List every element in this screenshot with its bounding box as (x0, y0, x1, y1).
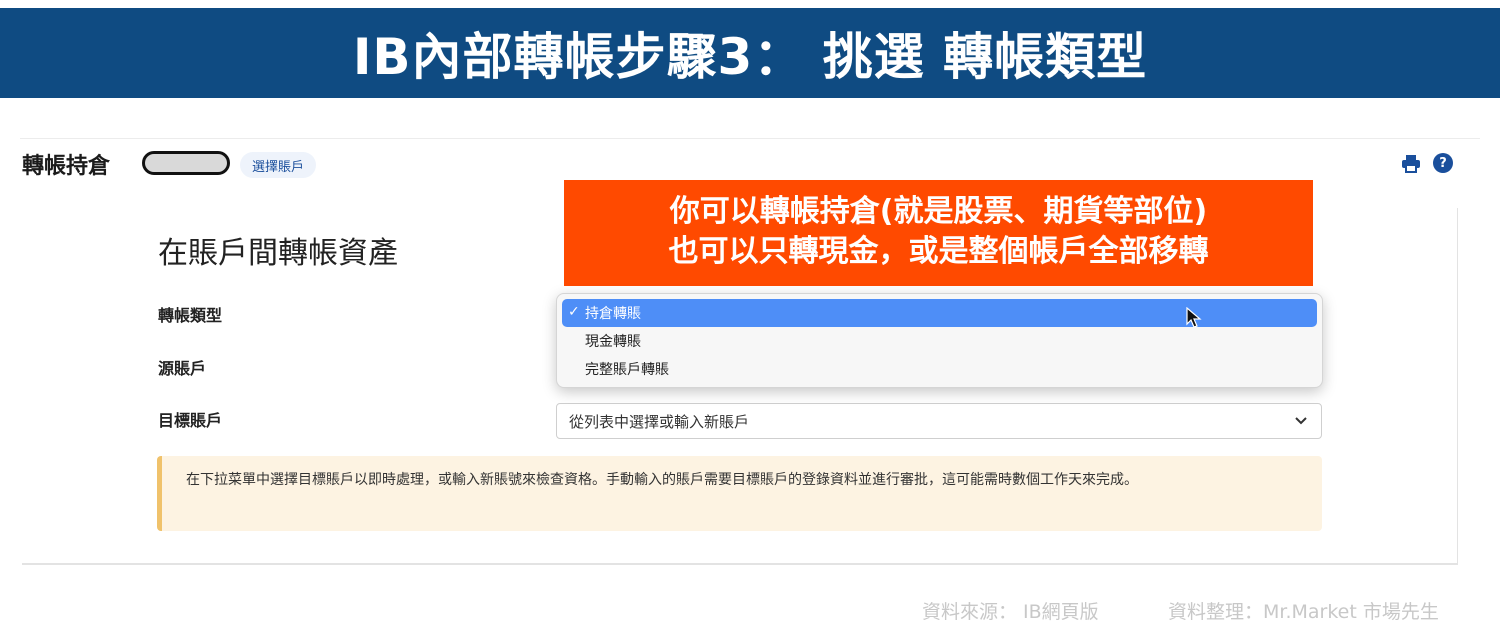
notice-text: 在下拉菜單中選擇目標賬戶以即時處理，或輸入新賬號來檢查資格。手動輸入的賬戶需要目… (186, 472, 1138, 488)
banner-title: IB內部轉帳步驟3： 挑選 轉帳類型 (352, 28, 1148, 86)
source-credit: 資料來源： IB網頁版 (922, 601, 1099, 623)
transfer-type-label: 轉帳類型 (158, 306, 223, 325)
help-icon[interactable]: ? (1433, 153, 1453, 173)
page-title: 轉帳持倉 (22, 154, 111, 179)
card-bottom-divider (22, 563, 1458, 564)
transfer-type-dropdown[interactable]: ✓ 持倉轉賬 現金轉賬 完整賬戶轉賬 (556, 293, 1323, 388)
header-divider (20, 138, 1480, 139)
mouse-cursor-icon (1186, 306, 1202, 329)
option-label: 現金轉賬 (585, 334, 641, 350)
info-notice: 在下拉菜單中選擇目標賬戶以即時處理，或輸入新賬號來檢查資格。手動輸入的賬戶需要目… (157, 456, 1322, 531)
callout-line-2: 也可以只轉現金，或是整個帳戶全部移轉 (668, 234, 1209, 269)
option-cash-transfer[interactable]: 現金轉賬 (562, 327, 1317, 355)
option-label: 完整賬戶轉賬 (585, 362, 669, 378)
option-full-account-transfer[interactable]: 完整賬戶轉賬 (562, 355, 1317, 383)
redacted-account-id (142, 151, 230, 175)
section-title: 在賬戶間轉帳資產 (158, 236, 398, 271)
compiler-credit: 資料整理：Mr.Market 市場先生 (1168, 601, 1439, 623)
option-label: 持倉轉賬 (585, 306, 641, 322)
chevron-down-icon (1293, 412, 1309, 428)
help-glyph: ? (1439, 155, 1447, 171)
option-position-transfer[interactable]: ✓ 持倉轉賬 (562, 299, 1317, 327)
printer-icon[interactable] (1400, 152, 1422, 174)
target-account-placeholder: 從列表中選擇或輸入新賬戶 (569, 412, 750, 431)
callout-line-1: 你可以轉帳持倉(就是股票、期貨等部位) (669, 194, 1208, 229)
source-account-label: 源賬戶 (158, 359, 207, 378)
check-icon: ✓ (568, 304, 580, 320)
select-account-button[interactable]: 選擇賬戶 (240, 152, 317, 178)
title-banner: IB內部轉帳步驟3： 挑選 轉帳類型 (0, 8, 1500, 98)
annotation-callout: 你可以轉帳持倉(就是股票、期貨等部位) 也可以只轉現金，或是整個帳戶全部移轉 (564, 180, 1313, 286)
target-account-select[interactable]: 從列表中選擇或輸入新賬戶 (556, 403, 1322, 439)
target-account-label: 目標賬戶 (158, 411, 223, 430)
